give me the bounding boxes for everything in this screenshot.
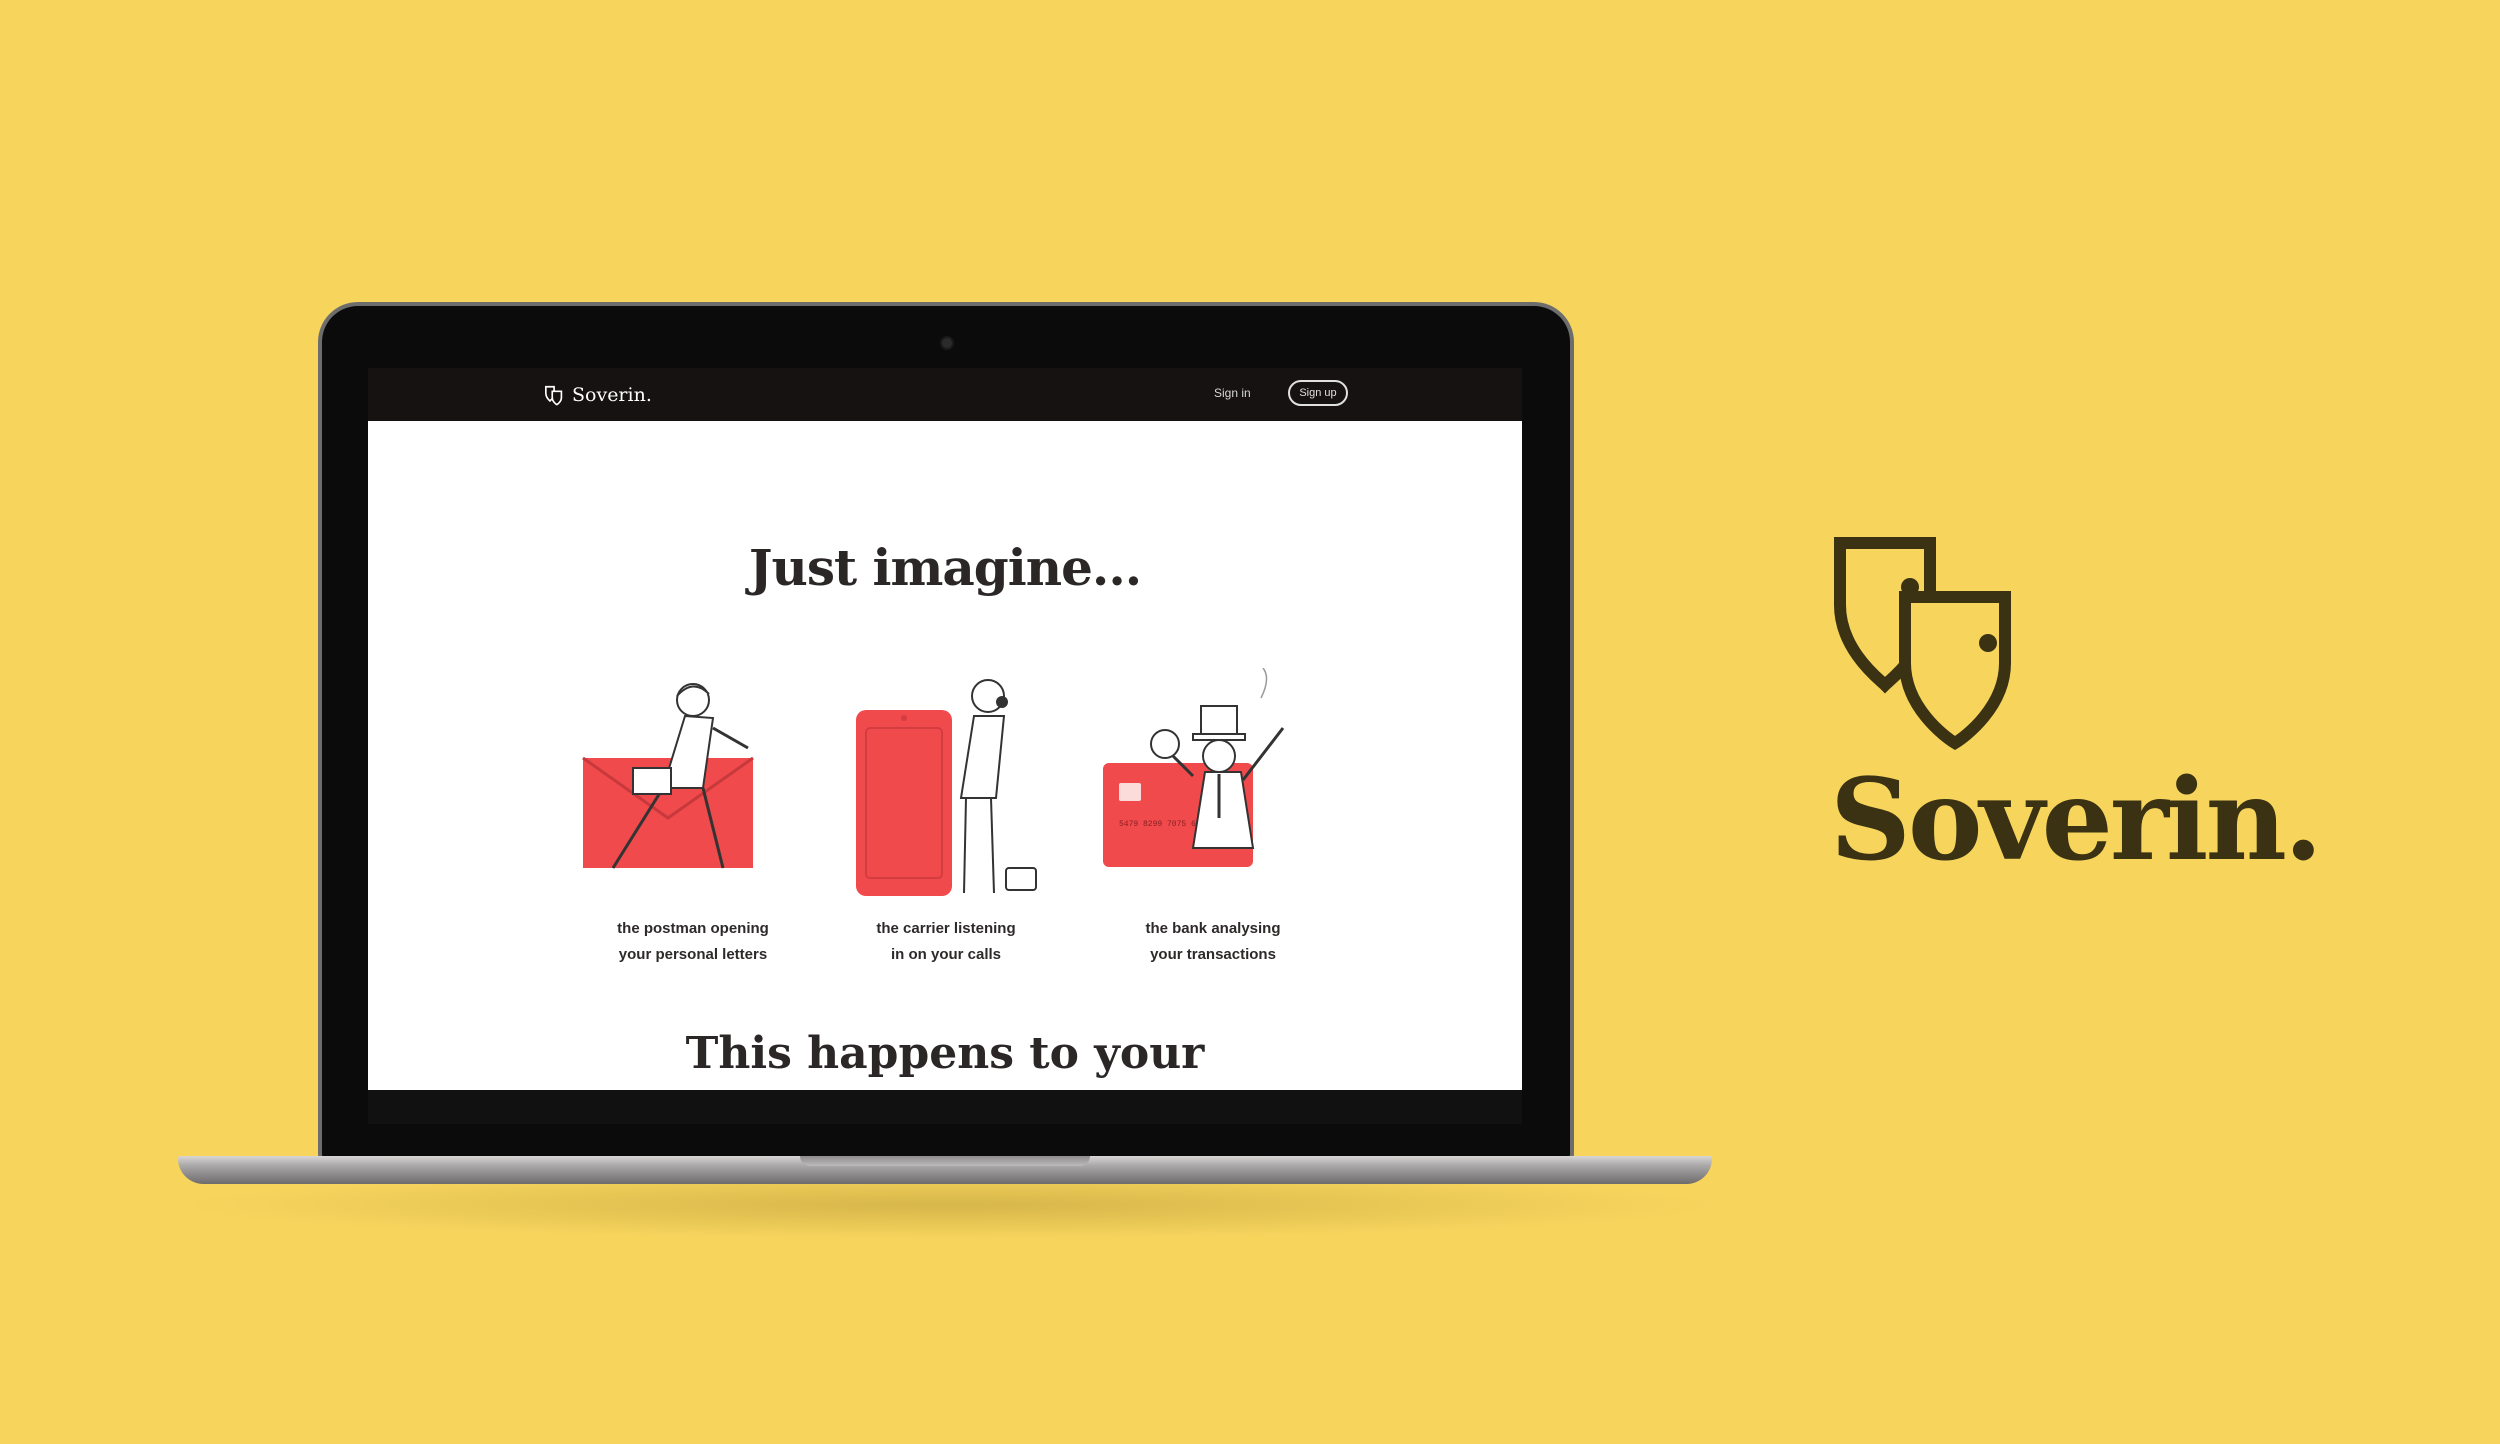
feature-carrier: the carrier listening in on your calls [826, 668, 1066, 968]
camera-icon [940, 336, 954, 350]
signup-button[interactable]: Sign up [1288, 380, 1348, 406]
hero-title: Just imagine... [748, 538, 1142, 597]
brand-logo: Soverin. [1830, 535, 2323, 895]
caption-line: the bank analysing [1145, 920, 1281, 937]
laptop-screen: Soverin. Sign in Sign up Just imagine...… [368, 368, 1522, 1090]
screen-bottom-bezel [368, 1090, 1522, 1124]
feature-postman: the postman opening your personal letter… [573, 668, 813, 968]
feature-caption: the carrier listening in on your calls [826, 916, 1066, 968]
site-navbar: Soverin. Sign in Sign up [368, 368, 1522, 421]
caption-line: in on your calls [890, 946, 1002, 963]
banker-card-illustration: 5479 8299 7075 6917 [1103, 668, 1285, 867]
laptop-notch [800, 1156, 1090, 1166]
brand-name: Soverin. [1830, 755, 2323, 886]
shield-logo-icon [1834, 537, 2011, 750]
section-heading-cutoff: This happens to your [685, 1028, 1205, 1079]
caption-line: the carrier listening [876, 920, 1016, 937]
caption-line: your transactions [1150, 946, 1276, 963]
feature-caption: the bank analysing your transactions [1093, 916, 1333, 968]
postman-envelope-illustration [582, 683, 754, 869]
signin-link[interactable]: Sign in [1214, 386, 1251, 400]
phone-listener-illustration [856, 679, 1037, 896]
nav-brand-name: Soverin. [572, 384, 652, 406]
nav-logo[interactable]: Soverin. [544, 378, 652, 412]
feature-caption: the postman opening your personal letter… [573, 916, 813, 968]
caption-line: the postman opening [617, 920, 769, 937]
feature-bank: 5479 8299 7075 6917 the bank analysing y… [1093, 668, 1333, 968]
shield-logo-icon [545, 385, 563, 406]
caption-line: your personal letters [618, 946, 768, 963]
